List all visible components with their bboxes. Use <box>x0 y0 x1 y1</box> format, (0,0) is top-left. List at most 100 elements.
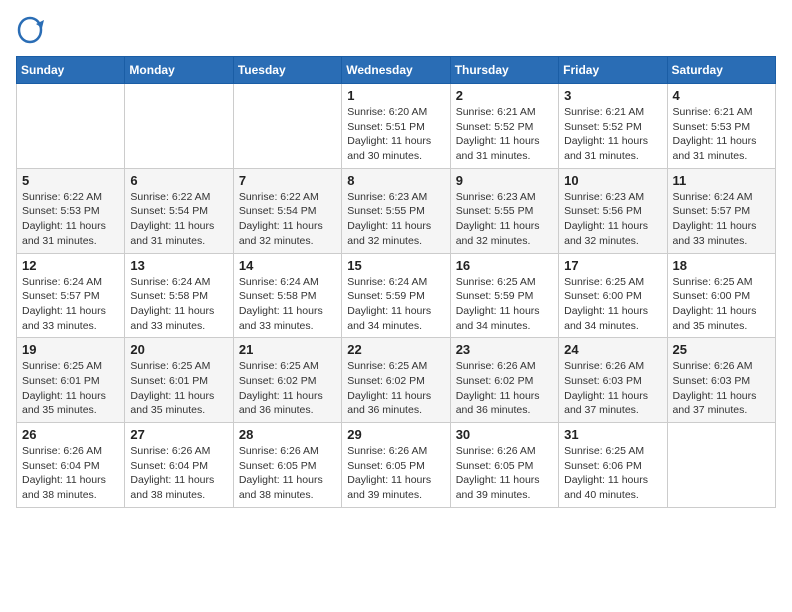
calendar-cell: 7Sunrise: 6:22 AM Sunset: 5:54 PM Daylig… <box>233 168 341 253</box>
day-number: 6 <box>130 173 227 188</box>
calendar-cell: 5 Sunrise: 6:22 AM Sunset: 5:53 PM Daylig… <box>17 168 125 253</box>
weekday-header-saturday: Saturday <box>667 57 775 84</box>
day-info: Sunrise: 6:25 AM Sunset: 6:06 PM Dayligh… <box>564 444 661 503</box>
calendar-cell: 24 Sunrise: 6:26 AM Sunset: 6:03 PM Dayli… <box>559 338 667 423</box>
day-number: 26 <box>22 427 119 442</box>
day-number: 13 <box>130 258 227 273</box>
day-number: 28 <box>239 427 336 442</box>
day-number: 3 <box>564 88 661 103</box>
day-number: 18 <box>673 258 770 273</box>
calendar-cell: 19 Sunrise: 6:25 AM Sunset: 6:01 PM Dayli… <box>17 338 125 423</box>
day-info: Sunrise: 6:22 AM Sunset: 5:54 PM Dayligh… <box>130 190 227 249</box>
calendar-cell <box>17 84 125 169</box>
week-row-2: 12Sunrise: 6:24 AM Sunset: 5:57 PM Dayli… <box>17 253 776 338</box>
calendar-cell: 18 Sunrise: 6:25 AM Sunset: 6:00 PM Dayli… <box>667 253 775 338</box>
day-info: Sunrise: 6:22 AM Sunset: 5:53 PM Dayligh… <box>22 190 119 249</box>
calendar-cell: 8 Sunrise: 6:23 AM Sunset: 5:55 PM Daylig… <box>342 168 450 253</box>
day-number: 5 <box>22 173 119 188</box>
day-info: Sunrise: 6:25 AM Sunset: 6:00 PM Dayligh… <box>564 275 661 334</box>
day-info: Sunrise: 6:25 AM Sunset: 6:00 PM Dayligh… <box>673 275 770 334</box>
calendar-cell: 1 Sunrise: 6:20 AM Sunset: 5:51 PM Daylig… <box>342 84 450 169</box>
day-info: Sunrise: 6:26 AM Sunset: 6:03 PM Dayligh… <box>673 359 770 418</box>
day-number: 10 <box>564 173 661 188</box>
day-info: Sunrise: 6:26 AM Sunset: 6:02 PM Dayligh… <box>456 359 553 418</box>
day-info: Sunrise: 6:26 AM Sunset: 6:05 PM Dayligh… <box>239 444 336 503</box>
calendar-cell: 11 Sunrise: 6:24 AM Sunset: 5:57 PM Dayli… <box>667 168 775 253</box>
calendar-cell: 28 Sunrise: 6:26 AM Sunset: 6:05 PM Dayli… <box>233 423 341 508</box>
weekday-header-row: SundayMondayTuesdayWednesdayThursdayFrid… <box>17 57 776 84</box>
day-number: 16 <box>456 258 553 273</box>
weekday-header-thursday: Thursday <box>450 57 558 84</box>
header <box>16 16 776 44</box>
calendar-cell: 4 Sunrise: 6:21 AM Sunset: 5:53 PM Daylig… <box>667 84 775 169</box>
day-number: 30 <box>456 427 553 442</box>
day-info: Sunrise: 6:26 AM Sunset: 6:04 PM Dayligh… <box>22 444 119 503</box>
day-info: Sunrise: 6:21 AM Sunset: 5:52 PM Dayligh… <box>456 105 553 164</box>
calendar-cell: 30Sunrise: 6:26 AM Sunset: 6:05 PM Dayli… <box>450 423 558 508</box>
weekday-header-friday: Friday <box>559 57 667 84</box>
calendar-cell: 31 Sunrise: 6:25 AM Sunset: 6:06 PM Dayli… <box>559 423 667 508</box>
day-number: 25 <box>673 342 770 357</box>
day-info: Sunrise: 6:25 AM Sunset: 6:01 PM Dayligh… <box>130 359 227 418</box>
day-info: Sunrise: 6:20 AM Sunset: 5:51 PM Dayligh… <box>347 105 444 164</box>
calendar-cell: 23 Sunrise: 6:26 AM Sunset: 6:02 PM Dayli… <box>450 338 558 423</box>
calendar-cell: 9 Sunrise: 6:23 AM Sunset: 5:55 PM Daylig… <box>450 168 558 253</box>
weekday-header-tuesday: Tuesday <box>233 57 341 84</box>
day-number: 19 <box>22 342 119 357</box>
weekday-header-wednesday: Wednesday <box>342 57 450 84</box>
day-info: Sunrise: 6:23 AM Sunset: 5:55 PM Dayligh… <box>347 190 444 249</box>
calendar-cell: 14Sunrise: 6:24 AM Sunset: 5:58 PM Dayli… <box>233 253 341 338</box>
day-number: 14 <box>239 258 336 273</box>
week-row-0: 1 Sunrise: 6:20 AM Sunset: 5:51 PM Daylig… <box>17 84 776 169</box>
day-info: Sunrise: 6:25 AM Sunset: 6:02 PM Dayligh… <box>239 359 336 418</box>
calendar-cell <box>125 84 233 169</box>
day-number: 8 <box>347 173 444 188</box>
day-number: 27 <box>130 427 227 442</box>
calendar-cell: 3Sunrise: 6:21 AM Sunset: 5:52 PM Daylig… <box>559 84 667 169</box>
calendar-cell: 21 Sunrise: 6:25 AM Sunset: 6:02 PM Dayli… <box>233 338 341 423</box>
calendar-cell: 13 Sunrise: 6:24 AM Sunset: 5:58 PM Dayli… <box>125 253 233 338</box>
calendar-cell <box>233 84 341 169</box>
calendar-cell <box>667 423 775 508</box>
calendar-cell: 6 Sunrise: 6:22 AM Sunset: 5:54 PM Daylig… <box>125 168 233 253</box>
day-number: 4 <box>673 88 770 103</box>
day-number: 20 <box>130 342 227 357</box>
day-number: 2 <box>456 88 553 103</box>
day-info: Sunrise: 6:25 AM Sunset: 6:01 PM Dayligh… <box>22 359 119 418</box>
day-number: 17 <box>564 258 661 273</box>
day-info: Sunrise: 6:25 AM Sunset: 6:02 PM Dayligh… <box>347 359 444 418</box>
day-number: 31 <box>564 427 661 442</box>
day-info: Sunrise: 6:24 AM Sunset: 5:59 PM Dayligh… <box>347 275 444 334</box>
day-info: Sunrise: 6:26 AM Sunset: 6:05 PM Dayligh… <box>347 444 444 503</box>
calendar-cell: 17 Sunrise: 6:25 AM Sunset: 6:00 PM Dayli… <box>559 253 667 338</box>
day-number: 12 <box>22 258 119 273</box>
calendar-cell: 20 Sunrise: 6:25 AM Sunset: 6:01 PM Dayli… <box>125 338 233 423</box>
day-number: 29 <box>347 427 444 442</box>
week-row-3: 19 Sunrise: 6:25 AM Sunset: 6:01 PM Dayli… <box>17 338 776 423</box>
calendar-cell: 10 Sunrise: 6:23 AM Sunset: 5:56 PM Dayli… <box>559 168 667 253</box>
week-row-4: 26 Sunrise: 6:26 AM Sunset: 6:04 PM Dayli… <box>17 423 776 508</box>
weekday-header-monday: Monday <box>125 57 233 84</box>
day-info: Sunrise: 6:26 AM Sunset: 6:04 PM Dayligh… <box>130 444 227 503</box>
calendar-cell: 26 Sunrise: 6:26 AM Sunset: 6:04 PM Dayli… <box>17 423 125 508</box>
calendar-table: SundayMondayTuesdayWednesdayThursdayFrid… <box>16 56 776 508</box>
day-number: 1 <box>347 88 444 103</box>
day-number: 24 <box>564 342 661 357</box>
day-info: Sunrise: 6:23 AM Sunset: 5:56 PM Dayligh… <box>564 190 661 249</box>
calendar-cell: 27 Sunrise: 6:26 AM Sunset: 6:04 PM Dayli… <box>125 423 233 508</box>
day-info: Sunrise: 6:23 AM Sunset: 5:55 PM Dayligh… <box>456 190 553 249</box>
day-info: Sunrise: 6:25 AM Sunset: 5:59 PM Dayligh… <box>456 275 553 334</box>
calendar-cell: 12Sunrise: 6:24 AM Sunset: 5:57 PM Dayli… <box>17 253 125 338</box>
day-number: 9 <box>456 173 553 188</box>
logo <box>16 16 48 44</box>
day-number: 21 <box>239 342 336 357</box>
calendar-cell: 29 Sunrise: 6:26 AM Sunset: 6:05 PM Dayli… <box>342 423 450 508</box>
day-number: 11 <box>673 173 770 188</box>
day-info: Sunrise: 6:26 AM Sunset: 6:03 PM Dayligh… <box>564 359 661 418</box>
day-info: Sunrise: 6:21 AM Sunset: 5:53 PM Dayligh… <box>673 105 770 164</box>
day-number: 23 <box>456 342 553 357</box>
day-info: Sunrise: 6:24 AM Sunset: 5:58 PM Dayligh… <box>130 275 227 334</box>
day-number: 15 <box>347 258 444 273</box>
calendar-cell: 2 Sunrise: 6:21 AM Sunset: 5:52 PM Daylig… <box>450 84 558 169</box>
day-info: Sunrise: 6:24 AM Sunset: 5:57 PM Dayligh… <box>673 190 770 249</box>
